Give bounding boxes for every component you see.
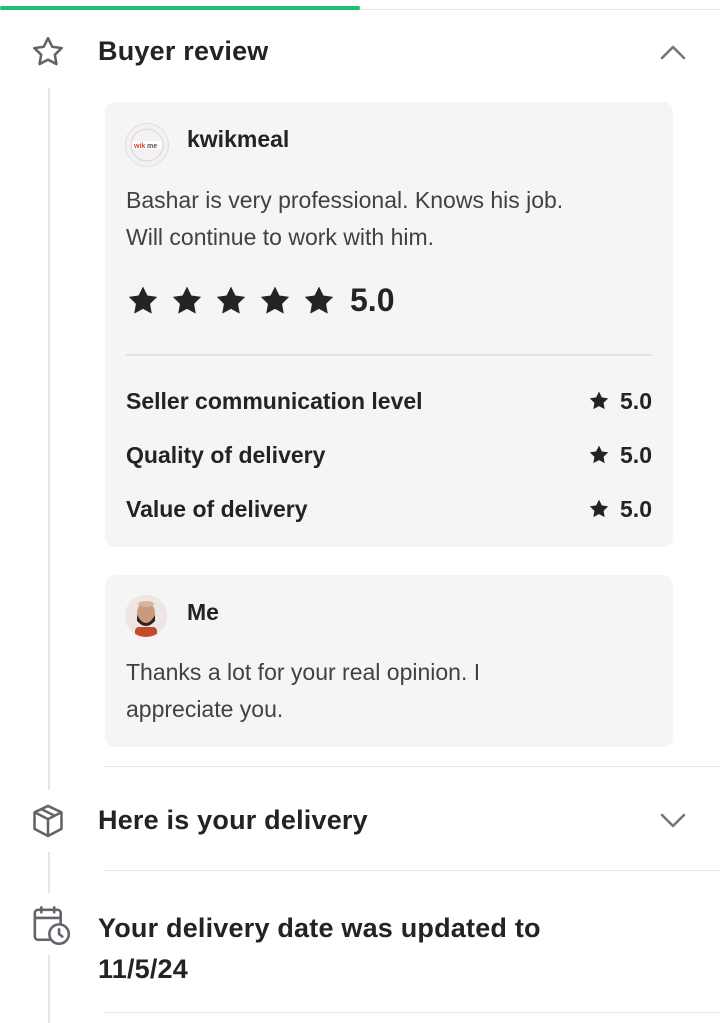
svg-text:wik: wik bbox=[133, 143, 145, 150]
package-icon bbox=[29, 802, 67, 840]
star-filled-icon bbox=[128, 286, 158, 314]
star-filled-icon bbox=[260, 286, 290, 314]
reply-card: Me Thanks a lot for your real opinion. I… bbox=[105, 575, 673, 747]
chevron-up-icon[interactable] bbox=[658, 40, 688, 69]
svg-text:me: me bbox=[147, 143, 157, 150]
reply-text-line1: Thanks a lot for your real opinion. I bbox=[126, 659, 481, 685]
review-text-line2: Will continue to work with him. bbox=[126, 224, 435, 250]
review-card: wik me kwikmeal Bashar is very professio… bbox=[105, 102, 673, 547]
rating-value: 5.0 bbox=[588, 388, 652, 415]
reviewer-name: kwikmeal bbox=[187, 126, 290, 152]
rating-label: Quality of delivery bbox=[126, 441, 326, 468]
rating-row-quality: Quality of delivery 5.0 bbox=[126, 428, 652, 482]
calendar-clock-icon bbox=[30, 905, 72, 947]
star-filled-icon bbox=[589, 445, 609, 464]
reply-text: Thanks a lot for your real opinion. I ap… bbox=[126, 654, 666, 728]
star-filled-icon bbox=[589, 391, 609, 410]
reviewer-avatar: wik me bbox=[125, 123, 169, 167]
star-filled-icon bbox=[172, 286, 202, 314]
section-separator bbox=[104, 1012, 720, 1013]
timeline-line bbox=[48, 88, 50, 1023]
delivery-title[interactable]: Here is your delivery bbox=[98, 805, 368, 836]
buyer-review-title[interactable]: Buyer review bbox=[98, 36, 269, 67]
rating-value: 5.0 bbox=[588, 442, 652, 469]
star-outline-icon bbox=[30, 34, 66, 70]
delivery-date-line2: 11/5/24 bbox=[98, 954, 188, 984]
star-filled-icon bbox=[216, 286, 246, 314]
rating-score: 5.0 bbox=[620, 495, 652, 522]
rating-value: 5.0 bbox=[588, 496, 652, 523]
section-separator bbox=[104, 870, 720, 871]
review-text-line1: Bashar is very professional. Knows his j… bbox=[126, 187, 564, 213]
overall-score: 5.0 bbox=[350, 282, 395, 318]
rating-row-value: Value of delivery 5.0 bbox=[126, 482, 652, 536]
review-text: Bashar is very professional. Knows his j… bbox=[126, 182, 666, 256]
delivery-date-line1: Your delivery date was updated to bbox=[98, 913, 541, 943]
rating-label: Value of delivery bbox=[126, 495, 308, 522]
section-separator bbox=[104, 766, 720, 767]
card-divider bbox=[126, 354, 652, 356]
star-filled-icon bbox=[304, 286, 334, 314]
rating-score: 5.0 bbox=[620, 387, 652, 414]
reply-author: Me bbox=[187, 599, 219, 625]
overall-rating: 5.0 bbox=[126, 282, 394, 319]
my-avatar bbox=[125, 595, 167, 637]
delivery-date-title: Your delivery date was updated to 11/5/2… bbox=[98, 908, 541, 990]
rating-score: 5.0 bbox=[620, 441, 652, 468]
star-filled-icon bbox=[589, 499, 609, 518]
rating-label: Seller communication level bbox=[126, 387, 423, 414]
rating-breakdown: Seller communication level 5.0 Quality o… bbox=[126, 374, 652, 536]
reply-text-line2: appreciate you. bbox=[126, 696, 284, 722]
chevron-down-icon[interactable] bbox=[658, 809, 688, 838]
progress-bar bbox=[0, 6, 360, 10]
rating-row-communication: Seller communication level 5.0 bbox=[126, 374, 652, 428]
